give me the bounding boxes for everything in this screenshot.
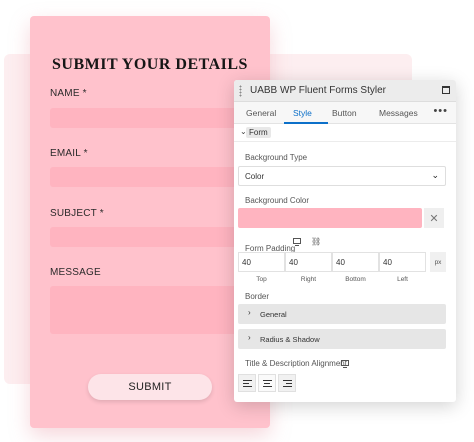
background-type-value: Color	[245, 172, 265, 181]
panel-title: UABB WP Fluent Forms Styler	[250, 85, 386, 96]
padding-bottom-input[interactable]: 40	[332, 252, 379, 272]
alignment-responsive-icon[interactable]	[341, 360, 349, 368]
more-options-icon[interactable]: •••	[433, 105, 448, 117]
border-general-accordion[interactable]: › General	[238, 304, 446, 324]
radius-shadow-accordion[interactable]: › Radius & Shadow	[238, 329, 446, 349]
align-right-icon	[282, 379, 292, 387]
align-left-button[interactable]	[238, 374, 256, 392]
form-padding-header: Form Padding ⛓	[245, 237, 321, 253]
panel-tabs: General Style Button Messages •••	[234, 102, 456, 124]
padding-bottom-caption: Bottom	[345, 276, 366, 283]
padding-top-input[interactable]: 40	[238, 252, 285, 272]
tab-messages[interactable]: Messages	[379, 108, 418, 118]
email-label: EMAIL *	[50, 148, 88, 159]
chevron-right-icon: ›	[248, 308, 251, 317]
drag-handle-icon[interactable]	[239, 85, 242, 97]
caret-down-icon: ⌄	[431, 170, 439, 180]
alignment-label: Title & Description Alignment	[245, 359, 347, 368]
background-type-label: Background Type	[245, 153, 308, 162]
maximize-icon[interactable]	[442, 86, 450, 94]
message-label: MESSAGE	[50, 267, 101, 278]
link-values-icon[interactable]: ⛓	[311, 237, 321, 246]
background-color-label: Background Color	[245, 196, 310, 205]
section-label: Form	[246, 127, 271, 138]
padding-inputs: 40 40 40 40 px	[238, 252, 446, 272]
align-center-icon	[262, 379, 272, 387]
padding-top-caption: Top	[256, 276, 267, 283]
padding-right-input[interactable]: 40	[285, 252, 332, 272]
padding-right-caption: Right	[300, 276, 317, 283]
subject-label: SUBJECT *	[50, 208, 104, 219]
padding-unit-select[interactable]: px	[430, 252, 446, 272]
name-label: NAME *	[50, 88, 87, 99]
radius-shadow-label: Radius & Shadow	[260, 335, 320, 344]
align-right-button[interactable]	[278, 374, 296, 392]
panel-header[interactable]: UABB WP Fluent Forms Styler	[234, 80, 456, 102]
tab-general[interactable]: General	[246, 108, 276, 118]
background-color-field: ✕	[238, 208, 446, 228]
form-title: SUBMIT YOUR DETAILS	[52, 56, 248, 73]
styler-settings-panel: UABB WP Fluent Forms Styler General Styl…	[234, 80, 456, 402]
border-label: Border	[245, 292, 270, 301]
tab-style[interactable]: Style	[293, 108, 312, 118]
padding-left-caption: Left	[397, 276, 408, 283]
align-left-icon	[242, 379, 252, 387]
background-type-select[interactable]: Color ⌄	[238, 166, 446, 186]
clear-color-icon[interactable]: ✕	[424, 208, 444, 228]
align-center-button[interactable]	[258, 374, 276, 392]
border-general-label: General	[260, 310, 287, 319]
form-section-toggle[interactable]: ⌄ Form	[234, 124, 456, 142]
color-swatch[interactable]	[238, 208, 422, 228]
chevron-right-icon: ›	[248, 333, 251, 342]
responsive-monitor-icon[interactable]	[293, 238, 301, 246]
padding-left-input[interactable]: 40	[379, 252, 426, 272]
submit-button[interactable]: SUBMIT	[88, 374, 212, 400]
tab-button[interactable]: Button	[332, 108, 357, 118]
